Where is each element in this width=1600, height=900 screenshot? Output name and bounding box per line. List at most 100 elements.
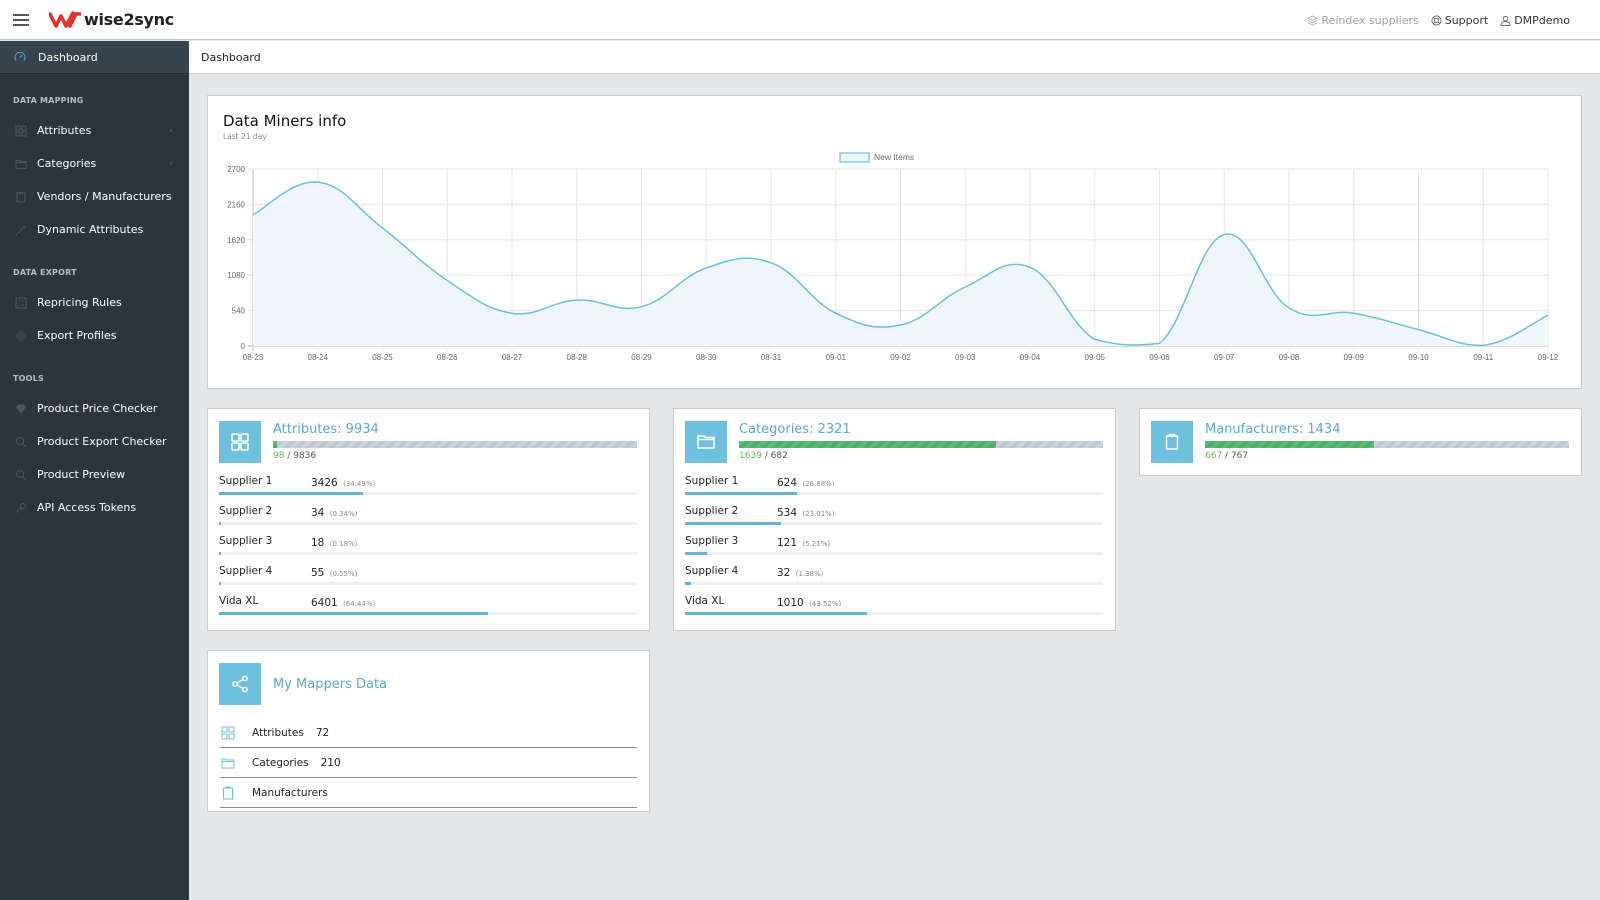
sidebar-item-product-preview[interactable]: Product Preview — [0, 458, 189, 491]
mappers-list: Attributes 72 Categories 210 Manufacture… — [220, 718, 637, 808]
supplier-bar-track — [219, 552, 637, 555]
sidebar-item-export-profiles[interactable]: Export Profiles — [0, 319, 189, 352]
brand-logo[interactable]: wise2sync — [49, 10, 174, 29]
hamburger-line — [13, 18, 29, 21]
supplier-name: Vida XL — [219, 595, 259, 607]
supplier-row: Supplier 3 121 (5.21%) — [685, 535, 1103, 565]
sidebar-section-data-mapping: DATA MAPPING — [13, 96, 84, 105]
sidebar-section-data-export: DATA EXPORT — [13, 268, 77, 277]
supplier-name: Supplier 3 — [219, 535, 273, 547]
logo-mark-icon — [49, 10, 81, 28]
support-link[interactable]: Support — [1431, 14, 1488, 27]
supplier-count: 55 — [311, 567, 325, 579]
hamburger-line — [13, 13, 29, 16]
attributes-stat-card: Attributes: 9934 98 / 9836 Supplier 1 342… — [207, 408, 650, 631]
grid-icon — [231, 433, 249, 451]
supplier-bar-track — [685, 552, 1103, 555]
x-tick-label: 08-24 — [308, 353, 329, 362]
supplier-bar-fill — [219, 582, 222, 585]
supplier-row: Supplier 4 55 (0.55%) — [219, 565, 637, 595]
stat-title[interactable]: Manufacturers: 1434 — [1205, 422, 1340, 437]
folder-icon — [15, 158, 27, 170]
x-tick-label: 09-04 — [1020, 353, 1041, 362]
sidebar-item-label: Dynamic Attributes — [37, 223, 144, 236]
sidebar-item-label: Dashboard — [38, 50, 98, 64]
mapper-row-attributes[interactable]: Attributes 72 — [220, 718, 637, 748]
brand-name: wise2sync — [84, 10, 174, 29]
supplier-name: Supplier 2 — [685, 505, 739, 517]
clipboard-icon — [1165, 433, 1179, 450]
supplier-bar-track — [685, 612, 1103, 615]
x-tick-label: 08-29 — [631, 353, 652, 362]
sidebar-item-vendors-manufacturers[interactable]: Vendors / Manufacturers ‹ — [0, 180, 189, 213]
mapper-row-categories[interactable]: Categories 210 — [220, 748, 637, 778]
supplier-value: 534 (23.01%) — [777, 507, 835, 519]
sidebar-item-categories[interactable]: Categories ‹ — [0, 147, 189, 180]
sidebar: Dashboard DATA MAPPING Attributes ‹ Cate… — [0, 41, 189, 900]
sidebar-item-dashboard[interactable]: Dashboard — [0, 41, 189, 74]
x-tick-label: 09-01 — [826, 353, 847, 362]
hamburger-line — [13, 23, 29, 26]
supplier-percent: (0.18%) — [329, 540, 358, 548]
mapper-row-manufacturers[interactable]: Manufacturers — [220, 778, 637, 808]
supplier-percent: (0.34%) — [329, 510, 358, 518]
x-tick-label: 08-26 — [437, 353, 458, 362]
x-tick-label: 08-23 — [243, 353, 264, 362]
stat-title[interactable]: Categories: 2321 — [739, 422, 851, 437]
supplier-bar-fill — [685, 522, 782, 525]
stat-progress-bar — [273, 441, 637, 448]
x-tick-label: 09-08 — [1279, 353, 1300, 362]
supplier-row: Supplier 1 624 (26.88%) — [685, 475, 1103, 505]
stat-done: 98 — [273, 451, 285, 461]
stat-icon-box — [219, 421, 261, 463]
sidebar-item-repricing-rules[interactable]: Repricing Rules — [0, 286, 189, 319]
supplier-bar-track — [219, 612, 637, 615]
mapper-value: 210 — [320, 756, 341, 769]
user-menu[interactable]: DMPdemo — [1500, 14, 1570, 27]
search-icon — [15, 436, 27, 448]
supplier-bar-fill — [685, 582, 691, 585]
magic-wand-icon — [15, 224, 27, 236]
x-tick-label: 08-31 — [761, 353, 782, 362]
sidebar-item-api-access-tokens[interactable]: API Access Tokens — [0, 491, 189, 524]
x-tick-label: 09-02 — [890, 353, 911, 362]
sidebar-item-product-price-checker[interactable]: Product Price Checker — [0, 392, 189, 425]
stat-icon-box — [1151, 421, 1193, 463]
stat-total: 682 — [770, 451, 788, 461]
stat-title[interactable]: Attributes: 9934 — [273, 422, 379, 437]
clipboard-icon — [15, 191, 27, 203]
x-tick-label: 09-09 — [1344, 353, 1365, 362]
mapper-label: Attributes — [252, 726, 304, 739]
sidebar-item-product-export-checker[interactable]: Product Export Checker — [0, 425, 189, 458]
x-tick-label: 09-03 — [955, 353, 976, 362]
user-name: DMPdemo — [1514, 13, 1570, 27]
y-tick-label: 1080 — [227, 271, 245, 280]
stat-done: 667 — [1205, 451, 1223, 461]
mapper-value: 72 — [315, 726, 330, 739]
supplier-name: Supplier 4 — [219, 565, 273, 577]
supplier-count: 18 — [311, 537, 325, 549]
supplier-count: 3426 — [311, 477, 338, 489]
supplier-row: Supplier 2 34 (0.34%) — [219, 505, 637, 535]
supplier-bar-track — [685, 492, 1103, 495]
top-navbar: wise2sync Reindex suppliers Support DMPd… — [0, 0, 1600, 40]
supplier-bar-fill — [685, 552, 707, 555]
layers-icon — [1307, 14, 1319, 26]
my-mappers-data-card: My Mappers Data Attributes 72 Categories… — [207, 650, 650, 812]
supplier-bar-fill — [219, 492, 364, 495]
supplier-bar-fill — [685, 612, 867, 615]
supplier-bar-fill — [219, 552, 221, 555]
supplier-count: 1010 — [777, 597, 804, 609]
sidebar-item-label: Product Preview — [37, 468, 126, 481]
sidebar-item-attributes[interactable]: Attributes ‹ — [0, 114, 189, 147]
supplier-bar-fill — [685, 492, 798, 495]
reindex-suppliers-link[interactable]: Reindex suppliers — [1307, 14, 1419, 27]
stat-done: 1639 — [739, 451, 762, 461]
supplier-bar-track — [219, 582, 637, 585]
y-tick-label: 2160 — [227, 200, 245, 209]
menu-toggle-button[interactable] — [13, 13, 29, 26]
sidebar-item-dynamic-attributes[interactable]: Dynamic Attributes — [0, 213, 189, 246]
x-tick-label: 08-25 — [372, 353, 393, 362]
supplier-value: 1010 (43.52%) — [777, 597, 841, 609]
y-tick-label: 540 — [232, 307, 246, 316]
